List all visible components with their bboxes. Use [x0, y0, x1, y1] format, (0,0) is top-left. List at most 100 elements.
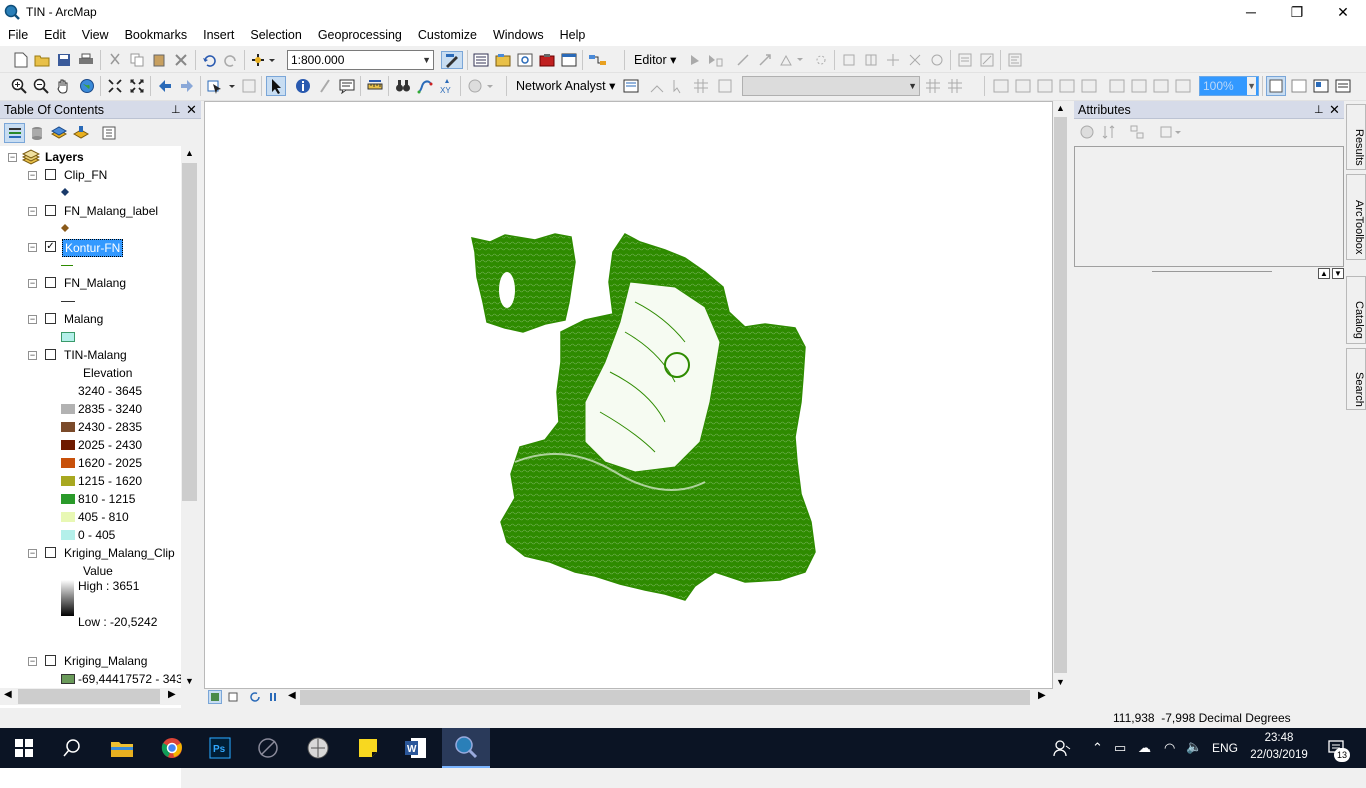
show-hidden-icons-chevron[interactable]: ⌃ — [1092, 740, 1103, 756]
menu-bookmarks[interactable]: Bookmarks — [117, 24, 196, 46]
layer-visibility-checkbox[interactable] — [45, 169, 56, 180]
new-document-icon[interactable] — [12, 51, 30, 69]
clock-date[interactable]: 22/03/2019 — [1244, 749, 1314, 761]
layout-view-icon[interactable] — [226, 690, 240, 704]
create-network-location-icon[interactable] — [648, 77, 666, 95]
map-scroll-left-icon[interactable]: ◀ — [288, 690, 296, 701]
previous-extent-icon[interactable] — [156, 77, 174, 95]
battery-icon[interactable]: ▭ — [1114, 740, 1126, 756]
cut-icon[interactable] — [106, 51, 124, 69]
toc-layer-kontur-fn[interactable]: Kontur-FN — [62, 239, 124, 257]
close-button[interactable]: ✕ — [1320, 0, 1366, 24]
sticky-notes-icon[interactable] — [344, 728, 392, 768]
attr-expand-icon[interactable]: ▲ — [1318, 268, 1330, 279]
next-extent-icon[interactable] — [178, 77, 196, 95]
scroll-right-icon[interactable]: ▶ — [168, 689, 176, 700]
side-tab-arctoolbox[interactable]: ArcToolbox — [1346, 174, 1366, 260]
map-hscroll-thumb[interactable] — [300, 690, 1030, 705]
cut-polygons-icon[interactable] — [862, 51, 880, 69]
menu-insert[interactable]: Insert — [195, 24, 242, 46]
save-icon[interactable] — [55, 51, 73, 69]
edit-tool-icon[interactable] — [686, 51, 704, 69]
layer-expander[interactable]: − — [28, 315, 37, 324]
toc-pin-icon[interactable]: ⊥ — [171, 103, 181, 116]
network-analyst-menu[interactable]: Network Analyst ▾ — [516, 77, 615, 95]
layer-visibility-checkbox[interactable] — [45, 655, 56, 666]
chrome-icon[interactable] — [148, 728, 196, 768]
rotate-icon[interactable] — [906, 51, 924, 69]
menu-file[interactable]: File — [0, 24, 36, 46]
layer-visibility-checkbox[interactable] — [45, 547, 56, 558]
people-icon[interactable] — [1040, 728, 1084, 768]
create-features-icon[interactable] — [978, 51, 996, 69]
attributes-pin-icon[interactable]: ⊥ — [1314, 103, 1324, 116]
toc-layer-clip-fn[interactable]: Clip_FN — [64, 168, 107, 182]
toc-layer-kriging-malang-clip[interactable]: Kriging_Malang_Clip — [64, 546, 175, 560]
maximize-button[interactable]: ❐ — [1274, 0, 1320, 24]
onedrive-icon[interactable]: ☁ — [1138, 740, 1151, 756]
change-layout-icon[interactable] — [1312, 77, 1330, 95]
volume-icon[interactable]: 🔈 — [1186, 739, 1202, 755]
layers-collapse-toggle[interactable]: − — [8, 153, 17, 162]
reshape-icon[interactable] — [840, 51, 858, 69]
scroll-left-icon[interactable]: ◀ — [4, 689, 12, 700]
layout-zoom-in-icon[interactable] — [992, 77, 1010, 95]
toc-close-icon[interactable]: ✕ — [186, 102, 197, 118]
select-network-location-icon[interactable] — [670, 77, 688, 95]
modelbuilder-icon[interactable] — [587, 51, 609, 69]
layer-expander[interactable]: − — [28, 243, 37, 252]
toc-horizontal-scrollbar[interactable]: ◀ ▶ — [0, 688, 198, 705]
delete-icon[interactable] — [172, 51, 190, 69]
map-scroll-right-icon[interactable]: ▶ — [1038, 690, 1046, 701]
network-analyst-window-icon[interactable] — [622, 77, 640, 95]
menu-selection[interactable]: Selection — [242, 24, 309, 46]
editor-menu[interactable]: Editor ▾ — [634, 51, 676, 69]
fixed-zoom-in-layout-icon[interactable] — [1108, 77, 1126, 95]
menu-view[interactable]: View — [74, 24, 117, 46]
split-line-icon[interactable] — [884, 51, 902, 69]
pan-hand-icon[interactable] — [54, 77, 72, 95]
map-vscroll-thumb[interactable] — [1054, 117, 1067, 673]
map-horizontal-scrollbar[interactable]: ◀ ▶ — [204, 689, 1053, 706]
edit-vertices-icon[interactable] — [1006, 51, 1024, 69]
attributes-tree-area[interactable] — [1074, 146, 1344, 267]
next-layout-extent-icon[interactable] — [1174, 77, 1192, 95]
toc-layer-fn-malang-label[interactable]: FN_Malang_label — [64, 204, 158, 218]
zoom-whole-page-icon[interactable] — [1058, 77, 1076, 95]
zoom-in-icon[interactable] — [10, 77, 28, 95]
attr-options-icon[interactable] — [1158, 123, 1184, 141]
map-scroll-down-icon[interactable]: ▼ — [1056, 677, 1065, 687]
map-scroll-up-icon[interactable]: ▲ — [1056, 103, 1065, 113]
wifi-icon[interactable]: ◠ — [1164, 740, 1175, 756]
scroll-up-icon[interactable]: ▲ — [185, 148, 194, 158]
raster-tool-icon-2[interactable] — [946, 77, 964, 95]
word-icon[interactable]: W — [392, 728, 440, 768]
list-by-visibility-icon[interactable] — [50, 124, 68, 142]
taskbar-search-icon[interactable] — [48, 728, 96, 768]
list-by-selection-icon[interactable] — [72, 124, 90, 142]
toc-layer-tin-malang[interactable]: TIN-Malang — [64, 348, 127, 362]
open-folder-icon[interactable] — [33, 51, 51, 69]
fixed-zoom-out-icon[interactable] — [128, 77, 146, 95]
layer-expander[interactable]: − — [28, 549, 37, 558]
attr-sort-icon[interactable] — [1100, 123, 1118, 141]
toggle-draft-mode-icon[interactable] — [1266, 76, 1286, 96]
layout-zoom-combo[interactable]: 100% ▼ — [1199, 76, 1259, 96]
fixed-zoom-in-icon[interactable] — [106, 77, 124, 95]
construction-tools-icon[interactable] — [778, 51, 806, 69]
layer-selector-combo[interactable]: ▼ — [742, 76, 920, 96]
side-tab-search[interactable]: Search — [1346, 348, 1366, 410]
photoshop-icon[interactable]: Ps — [196, 728, 244, 768]
hyperlink-icon[interactable] — [316, 77, 334, 95]
measure-icon[interactable] — [366, 77, 384, 95]
map-canvas[interactable] — [204, 101, 1053, 689]
print-icon[interactable] — [77, 51, 95, 69]
list-by-source-icon[interactable] — [28, 124, 46, 142]
identify-icon[interactable] — [294, 77, 312, 95]
map-scale-combo[interactable]: 1:800.000 ▼ — [287, 50, 434, 70]
paste-icon[interactable] — [150, 51, 168, 69]
toc-window-icon[interactable] — [472, 51, 490, 69]
menu-windows[interactable]: Windows — [485, 24, 552, 46]
toc-layer-fn-malang[interactable]: FN_Malang — [64, 276, 126, 290]
solve-grid-icon[interactable] — [692, 77, 710, 95]
